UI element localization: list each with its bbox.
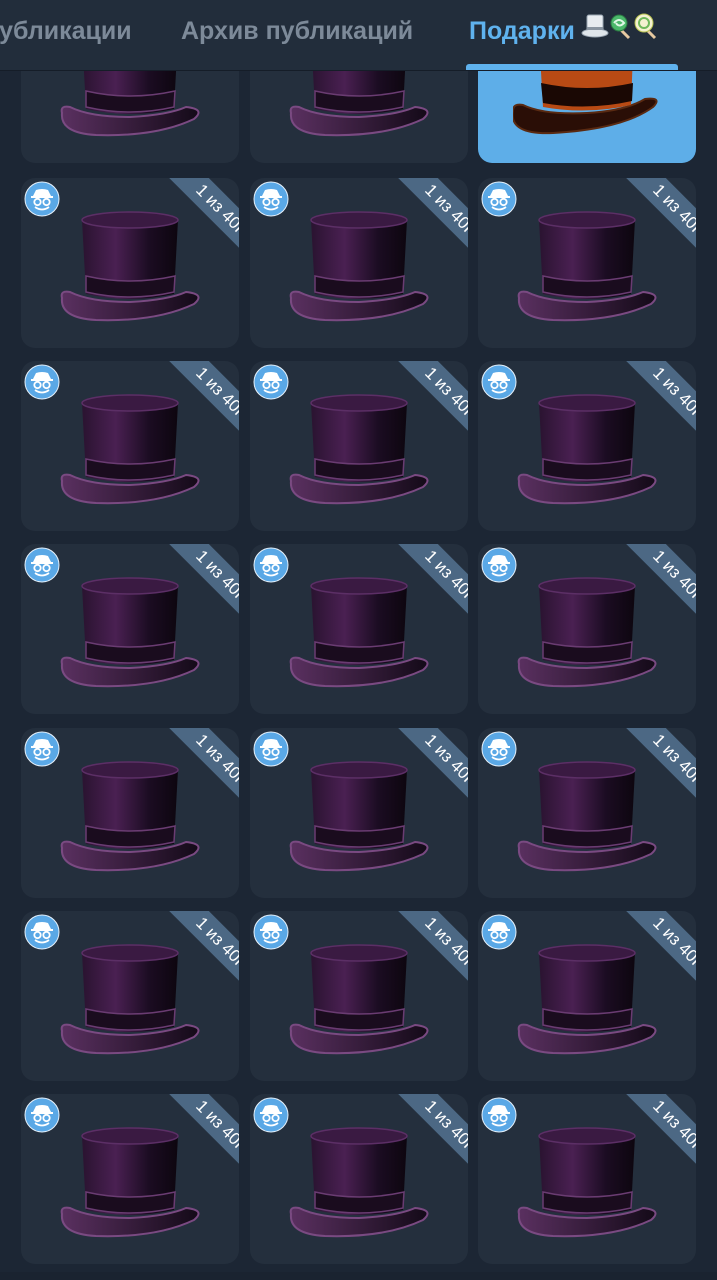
gift-card[interactable]: 1 из 40K <box>21 178 239 348</box>
gift-edition-ribbon: 1 из 40K <box>384 544 468 628</box>
incognito-icon <box>253 547 289 583</box>
gift-edition-ribbon: 1 из 40K <box>384 361 468 445</box>
top-hat-emoji-icon <box>581 14 609 38</box>
gift-edition-label: 1 из 40K <box>649 363 696 424</box>
gift-edition-ribbon: 1 из 40K <box>155 728 239 812</box>
gift-card[interactable]: 1 из 40K <box>21 728 239 898</box>
incognito-icon <box>253 181 289 217</box>
incognito-icon <box>481 181 517 217</box>
gift-edition-label: 1 из 40K <box>192 180 239 241</box>
gift-card[interactable]: 1 из 40K <box>21 361 239 531</box>
incognito-icon <box>253 1097 289 1133</box>
gift-edition-ribbon: 1 из 40K <box>612 361 696 445</box>
gift-edition-ribbon: 1 из 40K <box>155 361 239 445</box>
gift-card[interactable]: 1 из 40K <box>250 178 468 348</box>
gift-edition-ribbon: 1 из 40K <box>155 544 239 628</box>
incognito-icon <box>24 364 60 400</box>
gift-edition-label: 1 из 40K <box>421 730 468 791</box>
gift-edition-label: 1 из 40K <box>192 363 239 424</box>
incognito-icon <box>481 1097 517 1133</box>
gift-card[interactable]: 1 из 40K <box>478 728 696 898</box>
gift-edition-label: 1 из 40K <box>192 913 239 974</box>
gift-edition-label: 1 из 40K <box>649 1096 696 1157</box>
incognito-icon <box>24 547 60 583</box>
incognito-icon <box>253 731 289 767</box>
gift-card[interactable]: 1 из 40K <box>21 911 239 1081</box>
gift-card[interactable]: 1 из 40K <box>478 178 696 348</box>
gift-edition-label: 1 из 40K <box>649 730 696 791</box>
gift-card[interactable]: 1 из 40K <box>478 544 696 714</box>
incognito-icon <box>481 364 517 400</box>
incognito-icon <box>481 547 517 583</box>
gift-edition-ribbon: 1 из 40K <box>612 1094 696 1178</box>
incognito-icon <box>24 181 60 217</box>
gift-card[interactable]: 1 из 40K <box>478 361 696 531</box>
bottom-edge <box>0 1272 717 1280</box>
tab-gifts[interactable]: Подарки <box>469 0 661 70</box>
gift-edition-label: 1 из 40K <box>421 180 468 241</box>
gift-edition-label: 1 из 40K <box>649 913 696 974</box>
incognito-icon <box>24 731 60 767</box>
gift-edition-ribbon: 1 из 40K <box>612 728 696 812</box>
gift-edition-ribbon: 1 из 40K <box>384 1094 468 1178</box>
gift-edition-label: 1 из 40K <box>421 1096 468 1157</box>
profile-tabs: публикации Архив публикаций Подарки <box>0 0 717 71</box>
gift-edition-label: 1 из 40K <box>192 730 239 791</box>
gift-edition-label: 1 из 40K <box>421 546 468 607</box>
gift-edition-ribbon: 1 из 40K <box>612 178 696 262</box>
gift-card[interactable]: 1 из 40K <box>478 911 696 1081</box>
gift-card[interactable]: 1 из 40K <box>478 1094 696 1264</box>
tab-publications-archive[interactable]: Архив публикаций <box>181 0 413 70</box>
incognito-icon <box>24 1097 60 1133</box>
gift-card[interactable]: 1 из 40K <box>250 911 468 1081</box>
incognito-icon <box>253 914 289 950</box>
incognito-icon <box>24 914 60 950</box>
gift-edition-ribbon: 1 из 40K <box>155 911 239 995</box>
gift-edition-ribbon: 1 из 40K <box>155 1094 239 1178</box>
incognito-icon <box>481 731 517 767</box>
gift-card[interactable]: 1 из 40K <box>250 1094 468 1264</box>
gift-edition-ribbon: 1 из 40K <box>384 178 468 262</box>
gift-edition-label: 1 из 40K <box>649 546 696 607</box>
lollipop-emoji-icon <box>634 13 656 40</box>
gift-edition-ribbon: 1 из 40K <box>612 544 696 628</box>
gift-card[interactable]: 1 из 40K <box>250 544 468 714</box>
lollipop-emoji-icon <box>610 14 630 40</box>
gifts-grid: 1 из 40K 1 из 40K 1 из 40K 1 из 40K 1 из… <box>0 0 717 1280</box>
gift-edition-label: 1 из 40K <box>192 546 239 607</box>
gift-edition-label: 1 из 40K <box>649 180 696 241</box>
gift-edition-ribbon: 1 из 40K <box>155 178 239 262</box>
gift-edition-label: 1 из 40K <box>421 913 468 974</box>
gift-edition-label: 1 из 40K <box>192 1096 239 1157</box>
active-tab-indicator <box>466 64 678 70</box>
gift-edition-ribbon: 1 из 40K <box>384 911 468 995</box>
tab-publications[interactable]: публикации <box>0 0 132 70</box>
gift-card[interactable]: 1 из 40K <box>21 1094 239 1264</box>
gift-edition-ribbon: 1 из 40K <box>384 728 468 812</box>
gift-edition-label: 1 из 40K <box>421 363 468 424</box>
incognito-icon <box>481 914 517 950</box>
gift-card[interactable]: 1 из 40K <box>21 544 239 714</box>
gift-card[interactable]: 1 из 40K <box>250 361 468 531</box>
gift-edition-ribbon: 1 из 40K <box>612 911 696 995</box>
tab-gifts-emoji <box>581 1 661 63</box>
gift-card[interactable]: 1 из 40K <box>250 728 468 898</box>
incognito-icon <box>253 364 289 400</box>
